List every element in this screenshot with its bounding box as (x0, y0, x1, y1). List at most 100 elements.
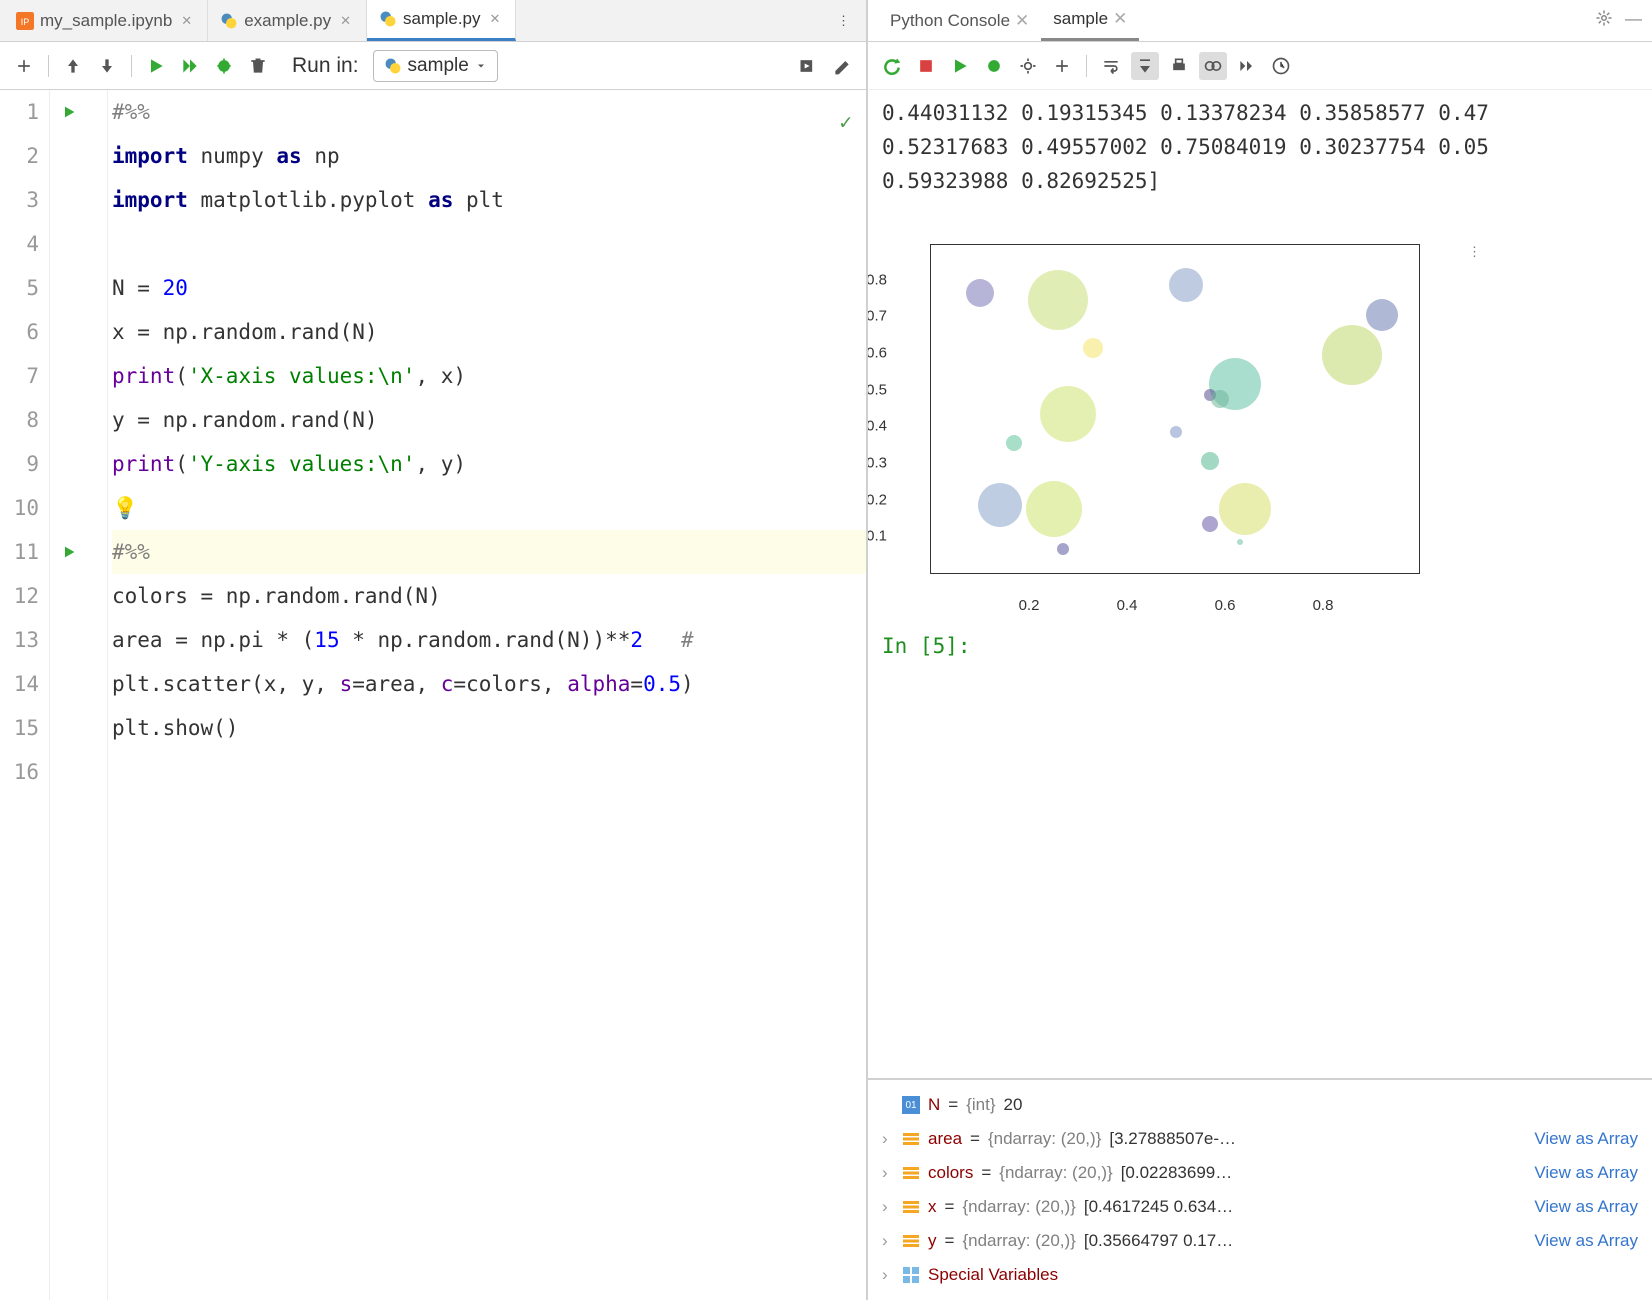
delete-cell-button[interactable] (244, 52, 272, 80)
x-tick-label: 0.8 (1313, 597, 1334, 614)
chevron-right-icon[interactable]: › (882, 1265, 894, 1285)
run-button[interactable] (946, 52, 974, 80)
print-button[interactable] (1165, 52, 1193, 80)
variable-row[interactable]: 01 N = {int} 20 (882, 1088, 1638, 1122)
chevron-right-icon[interactable]: › (882, 1197, 894, 1217)
execute-selection-button[interactable] (794, 52, 822, 80)
code-area[interactable]: ✓ #%%import numpy as npimport matplotlib… (108, 90, 866, 1300)
code-line[interactable]: #%% (112, 90, 866, 134)
variable-row[interactable]: › colors = {ndarray: (20,)} [0.02283699…… (882, 1156, 1638, 1190)
y-tick-label: 0.6 (868, 345, 887, 362)
soft-wrap-button[interactable] (1097, 52, 1125, 80)
run-cell-gutter-icon (50, 750, 88, 794)
close-icon[interactable]: ✕ (337, 13, 354, 29)
run-cell-gutter (50, 90, 88, 1300)
more-tabs-icon[interactable]: ⋮ (825, 13, 862, 29)
close-icon[interactable]: ✕ (487, 11, 504, 27)
run-cell-gutter-icon (50, 706, 88, 750)
add-cell-button[interactable] (10, 52, 38, 80)
variable-row[interactable]: › y = {ndarray: (20,)} [0.35664797 0.17…… (882, 1224, 1638, 1258)
code-line[interactable]: x = np.random.rand(N) (112, 310, 866, 354)
minimize-icon[interactable]: — (1625, 9, 1642, 32)
variable-value: 20 (1004, 1095, 1023, 1115)
console-tab-Python-Console[interactable]: Python Console✕ (878, 0, 1041, 41)
rerun-button[interactable] (878, 52, 906, 80)
y-tick-label: 0.2 (868, 491, 887, 508)
scatter-point (1211, 390, 1229, 408)
variable-value: [0.02283699… (1121, 1163, 1233, 1183)
editor-tab-my_sample-ipynb[interactable]: IP my_sample.ipynb ✕ (4, 0, 208, 41)
y-tick-label: 0.1 (868, 528, 887, 545)
close-icon[interactable]: ✕ (178, 13, 195, 29)
close-icon[interactable]: ✕ (1113, 9, 1127, 29)
variable-name: y (928, 1231, 937, 1251)
variables-panel: 01 N = {int} 20› area = {ndarray: (20,)}… (868, 1078, 1652, 1300)
console-output[interactable]: 0.44031132 0.19315345 0.13378234 0.35858… (868, 90, 1652, 204)
console-tab-sample[interactable]: sample✕ (1041, 0, 1139, 41)
show-variables-button[interactable] (1199, 52, 1227, 80)
view-as-array-link[interactable]: View as Array (1534, 1163, 1638, 1183)
view-as-array-link[interactable]: View as Array (1534, 1231, 1638, 1251)
variable-row[interactable]: › Special Variables (882, 1258, 1638, 1292)
editor-tab-sample-py[interactable]: sample.py✕ (367, 0, 516, 41)
code-line[interactable] (112, 750, 866, 794)
code-line[interactable]: 💡 (112, 486, 866, 530)
code-line[interactable]: #%% (112, 530, 866, 574)
editor-toolbar: Run in: sample (0, 42, 866, 90)
code-line[interactable]: import numpy as np (112, 134, 866, 178)
run-cell-button[interactable] (142, 52, 170, 80)
variable-value: [0.35664797 0.17… (1084, 1231, 1233, 1251)
console-body: 0.44031132 0.19315345 0.13378234 0.35858… (868, 90, 1652, 1078)
move-up-button[interactable] (59, 52, 87, 80)
view-as-array-link[interactable]: View as Array (1534, 1129, 1638, 1149)
chevron-right-icon[interactable]: › (882, 1129, 894, 1149)
code-line[interactable]: colors = np.random.rand(N) (112, 574, 866, 618)
run-target-dropdown[interactable]: sample (373, 50, 498, 82)
code-editor[interactable]: 12345678910111213141516 ✓ #%%import nump… (0, 90, 866, 1300)
array-icon (902, 1164, 920, 1182)
debug-cell-button[interactable] (210, 52, 238, 80)
svg-text:IP: IP (21, 16, 30, 26)
history-button[interactable] (1267, 52, 1295, 80)
variable-row[interactable]: › x = {ndarray: (20,)} [0.4617245 0.634…… (882, 1190, 1638, 1224)
console-prompt[interactable]: In [5]: (868, 584, 1652, 668)
code-line[interactable]: N = 20 (112, 266, 866, 310)
browse-history-button[interactable] (1233, 52, 1261, 80)
close-icon[interactable]: ✕ (1015, 11, 1029, 31)
console-settings-button[interactable] (1014, 52, 1042, 80)
line-number: 16 (0, 750, 39, 794)
console-toolbar (868, 42, 1652, 90)
code-line[interactable]: print('Y-axis values:\n', y) (112, 442, 866, 486)
new-console-button[interactable] (1048, 52, 1076, 80)
ide-window: IPmy_sample.ipynb✕example.py✕sample.py✕⋮… (0, 0, 1652, 1300)
settings-button[interactable] (828, 52, 856, 80)
code-line[interactable]: plt.scatter(x, y, s=area, c=colors, alph… (112, 662, 866, 706)
editor-tab-example-py[interactable]: example.py✕ (208, 0, 367, 41)
move-down-button[interactable] (93, 52, 121, 80)
code-line[interactable]: import matplotlib.pyplot as plt (112, 178, 866, 222)
x-tick-label: 0.2 (1019, 597, 1040, 614)
run-cell-gutter-icon[interactable] (50, 90, 88, 134)
chevron-right-icon[interactable]: › (882, 1231, 894, 1251)
stop-button[interactable] (912, 52, 940, 80)
view-as-array-link[interactable]: View as Array (1534, 1197, 1638, 1217)
x-tick-label: 0.4 (1117, 597, 1138, 614)
run-cell-gutter-icon[interactable] (50, 530, 88, 574)
gear-icon[interactable] (1595, 9, 1613, 32)
debug-button[interactable] (980, 52, 1008, 80)
variable-type: {ndarray: (20,)} (999, 1163, 1112, 1183)
code-line[interactable] (112, 222, 866, 266)
scroll-to-end-button[interactable] (1131, 52, 1159, 80)
line-number: 8 (0, 398, 39, 442)
line-number: 1 (0, 90, 39, 134)
code-line[interactable]: y = np.random.rand(N) (112, 398, 866, 442)
chevron-right-icon[interactable]: › (882, 1163, 894, 1183)
code-line[interactable]: print('X-axis values:\n', x) (112, 354, 866, 398)
code-line[interactable]: plt.show() (112, 706, 866, 750)
run-all-button[interactable] (176, 52, 204, 80)
code-line[interactable]: area = np.pi * (15 * np.random.rand(N))*… (112, 618, 866, 662)
chart-menu-icon[interactable]: ⋮ (1468, 244, 1481, 260)
tab-label: my_sample.ipynb (40, 11, 172, 31)
line-number: 12 (0, 574, 39, 618)
variable-row[interactable]: › area = {ndarray: (20,)} [3.27888507e-…… (882, 1122, 1638, 1156)
